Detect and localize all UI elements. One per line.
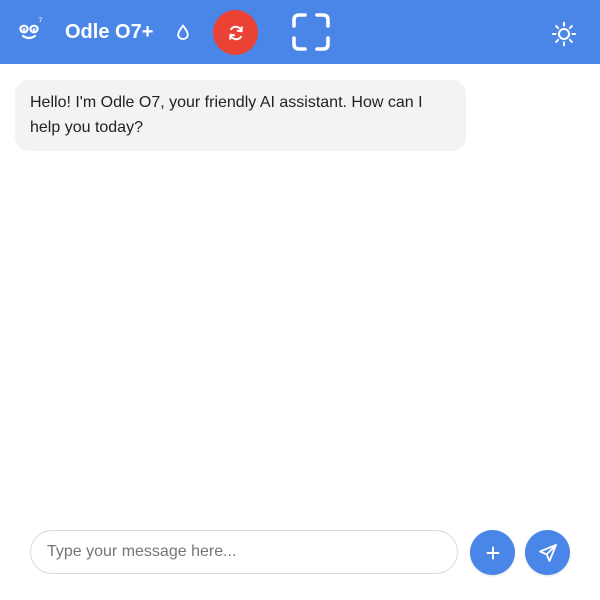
send-button[interactable] bbox=[525, 530, 570, 575]
smiley-face-icon: 7 bbox=[18, 16, 46, 42]
water-drop-icon[interactable] bbox=[172, 21, 194, 43]
chat-messages: Hello! I'm Odle O7, your friendly AI ass… bbox=[0, 64, 600, 514]
app-header: 7 Odle O7+ bbox=[0, 0, 600, 64]
refresh-button[interactable] bbox=[213, 10, 258, 55]
message-input[interactable] bbox=[30, 530, 458, 574]
assistant-message-bubble: Hello! I'm Odle O7, your friendly AI ass… bbox=[15, 80, 466, 151]
chat-app: 7 Odle O7+ Hello! I'm Odle O7, your frie… bbox=[0, 0, 600, 600]
theme-toggle-button[interactable] bbox=[550, 20, 578, 48]
fullscreen-frame-icon bbox=[291, 12, 331, 52]
sun-icon bbox=[551, 21, 577, 47]
app-title: Odle O7+ bbox=[65, 21, 154, 43]
plus-icon bbox=[486, 546, 500, 560]
refresh-icon bbox=[227, 24, 245, 42]
add-button[interactable] bbox=[470, 530, 515, 575]
logo-badge: 7 bbox=[39, 18, 43, 25]
fullscreen-button[interactable] bbox=[289, 10, 333, 54]
send-icon bbox=[538, 543, 558, 563]
